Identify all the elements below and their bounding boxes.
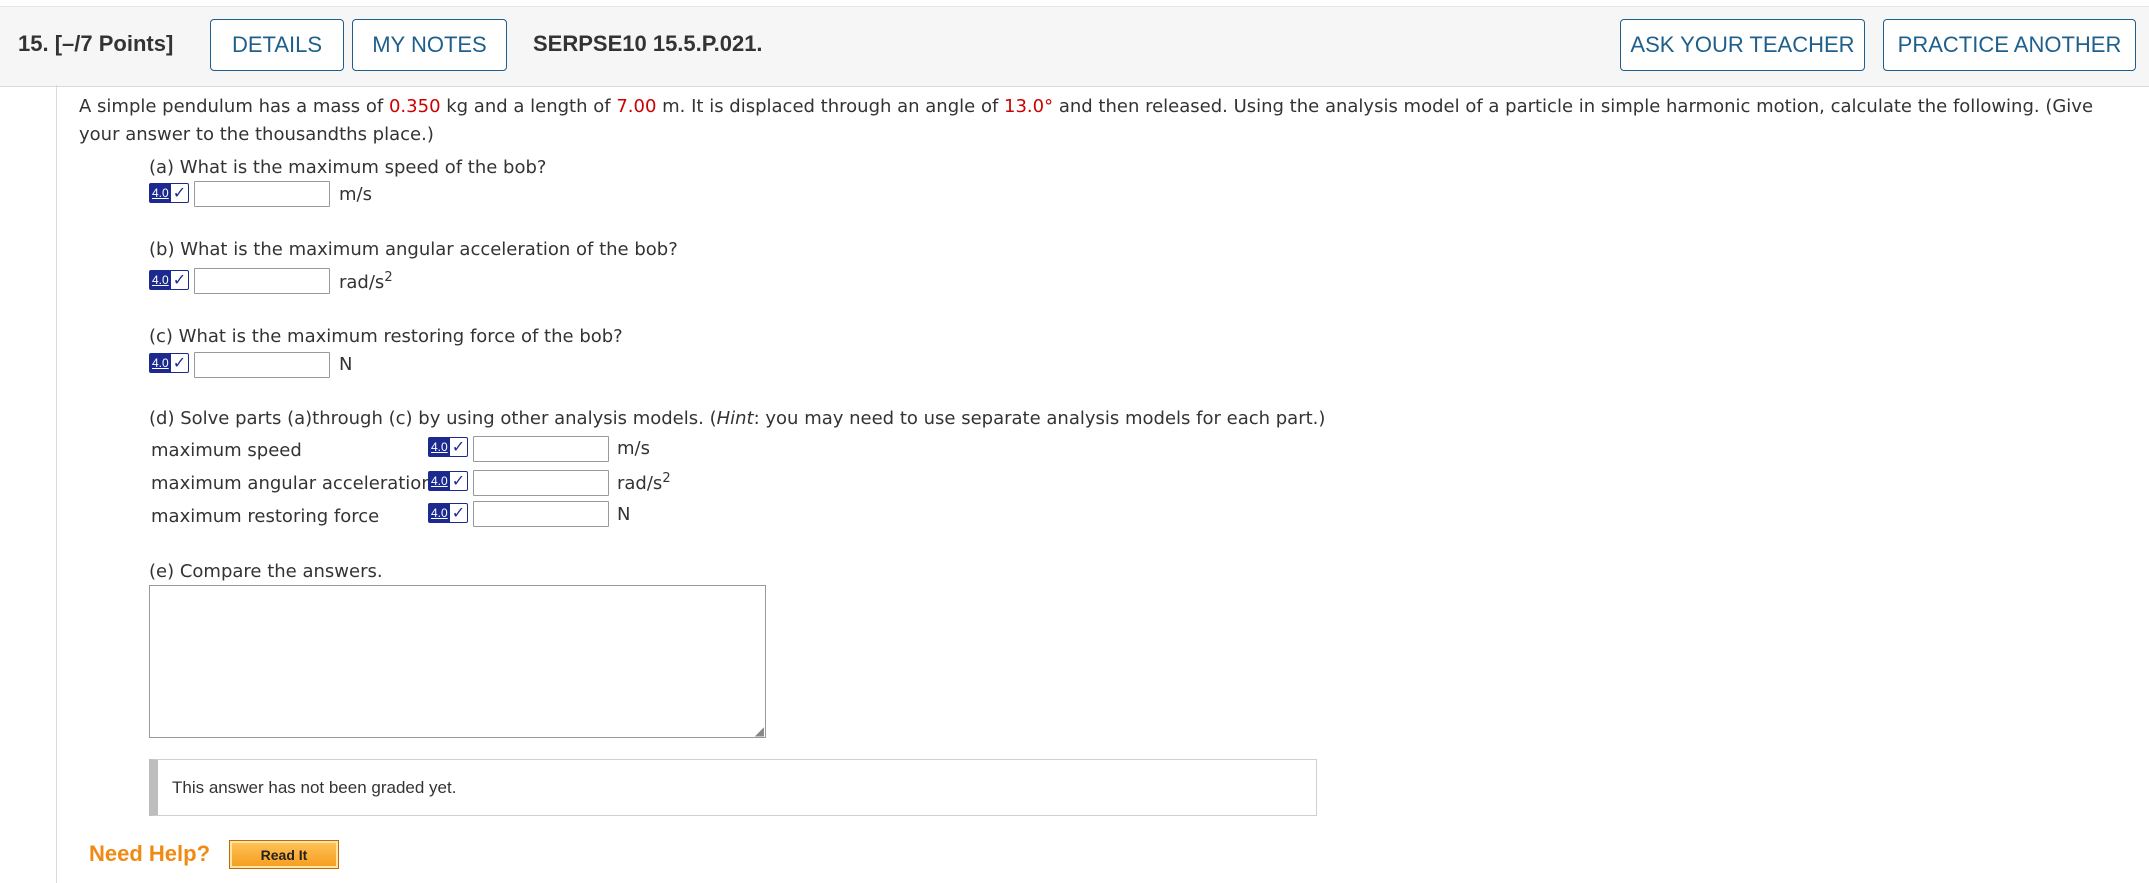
part-a-answer-input[interactable] [194,181,330,207]
resize-grip-icon[interactable]: ◢ [755,725,764,737]
angle-value: 13.0° [1004,96,1054,117]
part-d-row-label: maximum speed [151,440,302,461]
check-icon: ✓ [172,270,187,289]
part-e-question: (e) Compare the answers. [149,561,383,582]
check-icon: ✓ [172,183,187,202]
problem-statement: A simple pendulum has a mass of 0.350 kg… [79,96,2094,145]
question-header: 15. [–/7 Points] DETAILS MY NOTES SERPSE… [0,6,2149,87]
part-e-answer-textarea[interactable]: ◢ [149,585,766,738]
question-number: 15. [–/7 Points] [18,31,174,56]
tolerance-badge[interactable]: 4.0 ✓ [149,183,189,203]
check-icon: ✓ [451,503,466,522]
part-d-row-label: maximum restoring force [151,506,380,527]
part-b-answer-input[interactable] [194,268,330,294]
tolerance-badge[interactable]: 4.0 ✓ [428,437,468,457]
part-d-angular-acceleration-input[interactable] [473,470,609,496]
ask-your-teacher-button[interactable]: ASK YOUR TEACHER [1620,19,1865,71]
length-value: 7.00 [616,96,657,117]
check-icon: ✓ [451,437,466,456]
read-it-button[interactable]: Read It [229,840,339,869]
part-d-restoring-force-input[interactable] [473,501,609,527]
practice-another-button[interactable]: PRACTICE ANOTHER [1883,19,2136,71]
part-c-answer-input[interactable] [194,352,330,378]
need-help-label: Need Help? [89,841,211,866]
part-d-restoring-force-unit: N [617,504,631,525]
tolerance-badge[interactable]: 4.0 ✓ [428,503,468,523]
question-body: A simple pendulum has a mass of 0.350 kg… [56,85,2149,883]
part-c-question: (c) What is the maximum restoring force … [149,326,623,347]
tolerance-badge[interactable]: 4.0 ✓ [149,270,189,290]
part-d-speed-unit: m/s [617,438,650,459]
part-b-question: (b) What is the maximum angular accelera… [149,239,678,260]
my-notes-button[interactable]: MY NOTES [352,19,507,71]
part-d-question: (d) Solve parts (a)through (c) by using … [149,408,1326,429]
question-code: SERPSE10 15.5.P.021. [533,31,763,56]
part-a-unit: m/s [339,184,372,205]
points-label: [–/7 Points] [54,31,174,56]
part-d-angular-acceleration-unit: rad/s2 [617,471,671,494]
check-icon: ✓ [451,471,466,490]
part-c-unit: N [339,354,353,375]
check-icon: ✓ [172,353,187,372]
part-b-unit: rad/s2 [339,270,393,293]
mass-value: 0.350 [388,96,441,117]
part-d-speed-input[interactable] [473,436,609,462]
grading-status: This answer has not been graded yet. [149,759,1317,816]
part-a-question: (a) What is the maximum speed of the bob… [149,157,547,178]
tolerance-badge[interactable]: 4.0 ✓ [149,353,189,373]
details-button[interactable]: DETAILS [210,19,344,71]
part-d-row-label: maximum angular acceleration [151,473,433,494]
tolerance-badge[interactable]: 4.0 ✓ [428,471,468,491]
